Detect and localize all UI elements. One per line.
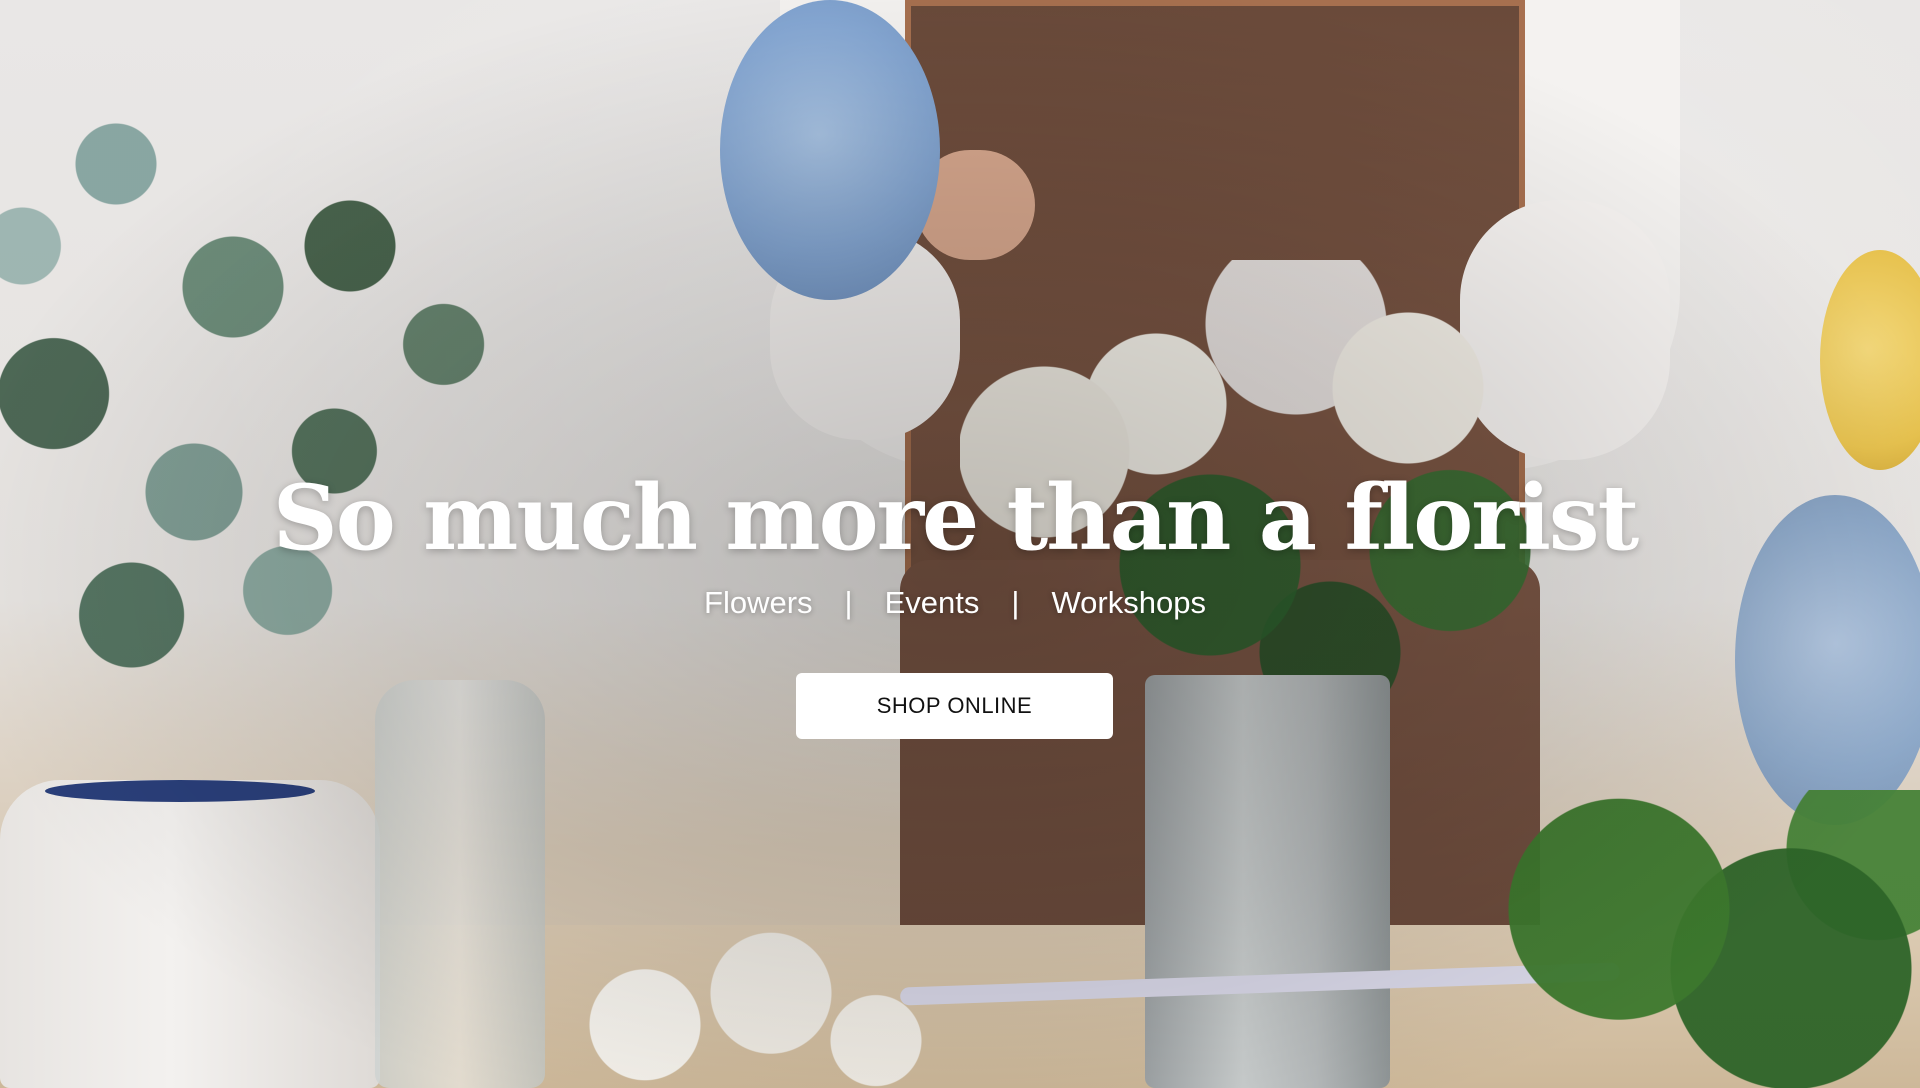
hero-category-nav: Flowers | Events | Workshops (0, 585, 1910, 621)
nav-link-workshops[interactable]: Workshops (1051, 585, 1206, 621)
nav-separator: | (844, 585, 853, 620)
hero-banner: So much more than a florist Flowers | Ev… (0, 0, 1920, 1088)
shop-online-button[interactable]: SHOP ONLINE (796, 673, 1113, 739)
hero-content: So much more than a florist Flowers | Ev… (0, 0, 1920, 1088)
hero-headline: So much more than a florist (272, 465, 1639, 571)
nav-link-flowers[interactable]: Flowers (704, 585, 813, 621)
nav-separator: | (1011, 585, 1020, 620)
nav-link-events[interactable]: Events (885, 585, 980, 621)
